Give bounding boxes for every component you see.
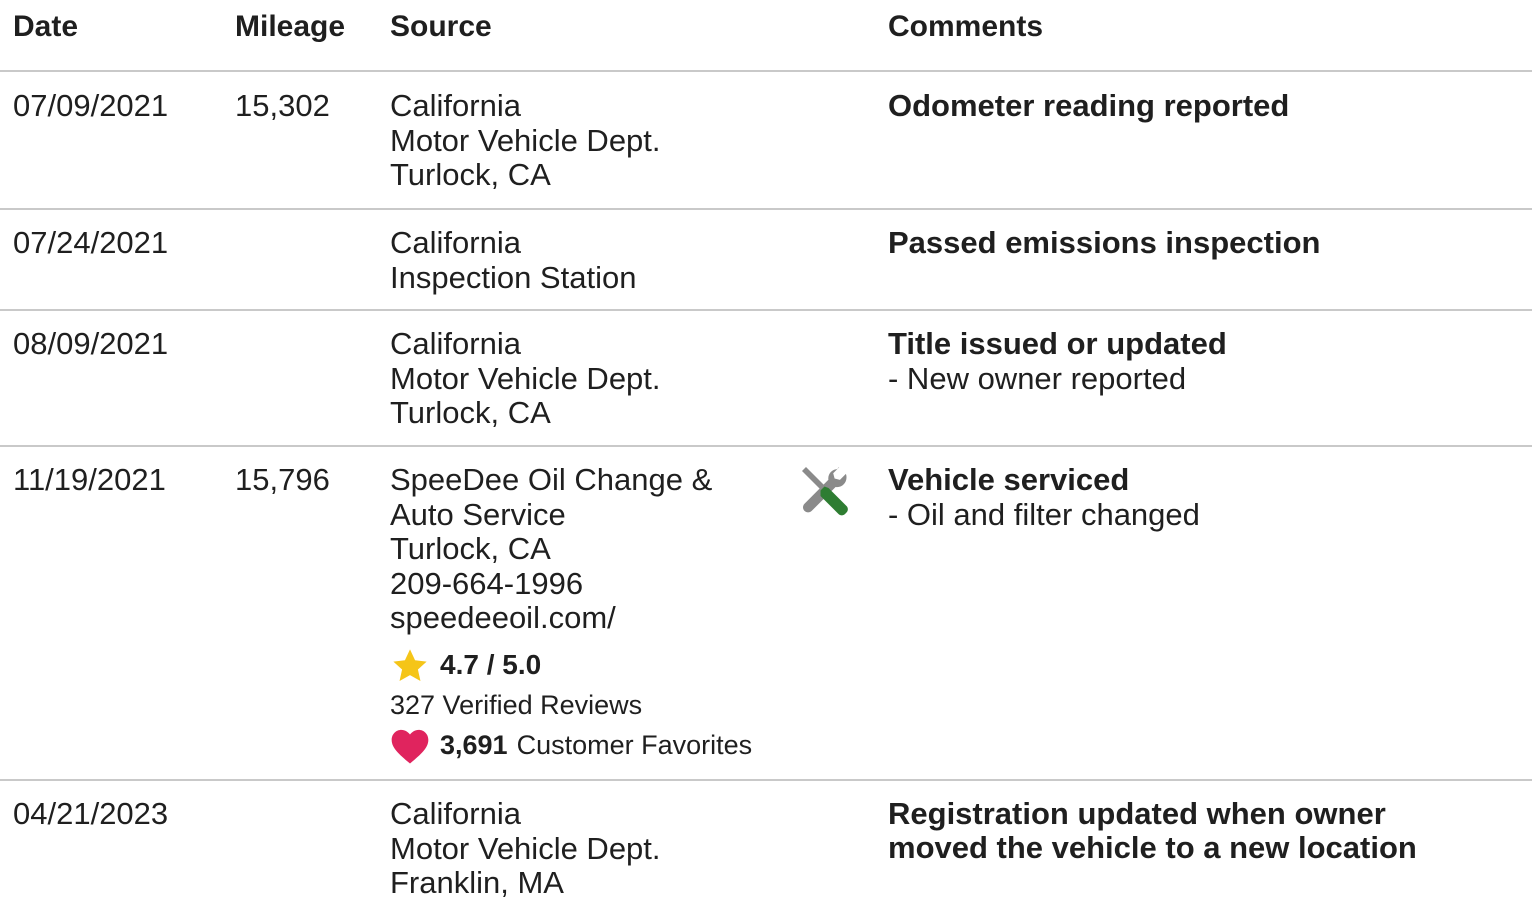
row-source: California Motor Vehicle Dept. Turlock, … (390, 326, 790, 431)
row-source: California Motor Vehicle Dept. Franklin,… (390, 796, 790, 901)
favorites-count: 3,691 (440, 730, 508, 761)
row-date: 08/09/2021 (13, 326, 169, 361)
table-row: 08/09/2021 California Motor Vehicle Dept… (0, 311, 1532, 447)
row-mileage: 15,302 (235, 88, 330, 123)
comment-detail: - Oil and filter changed (888, 496, 1200, 532)
heart-icon (391, 729, 429, 763)
row-comments: Passed emissions inspection (888, 225, 1508, 261)
favorites-label: Customer Favorites (516, 730, 753, 761)
source-line: Motor Vehicle Dept. (390, 122, 661, 158)
row-source: California Inspection Station (390, 225, 790, 295)
row-comments: Odometer reading reported (888, 88, 1508, 124)
comment-title: Passed emissions inspection (888, 225, 1321, 260)
source-line: Turlock, CA (390, 395, 551, 430)
header-comments: Comments (888, 10, 1044, 43)
row-comments: Registration updated when owner moved th… (888, 797, 1488, 865)
table-row: 07/09/2021 15,302 California Motor Vehic… (0, 72, 1532, 210)
comment-title: Registration updated when owner moved th… (888, 796, 1417, 865)
rating-value: 4.7 / 5.0 (440, 649, 542, 681)
row-comments: Title issued or updated - New owner repo… (888, 326, 1508, 396)
row-source: California Motor Vehicle Dept. Turlock, … (390, 88, 790, 193)
table-row: 04/21/2023 California Motor Vehicle Dept… (0, 781, 1532, 901)
row-date: 11/19/2021 (13, 462, 166, 497)
comment-title: Odometer reading reported (888, 88, 1290, 123)
source-line: Motor Vehicle Dept. (390, 360, 661, 396)
row-date: 07/24/2021 (13, 225, 169, 260)
source-line: Franklin, MA (390, 865, 564, 900)
row-source: SpeeDee Oil Change & Auto Service Turloc… (390, 462, 780, 766)
source-line: California (390, 88, 521, 123)
source-line: Inspection Station (390, 259, 637, 295)
shop-website-link[interactable]: speedeeoil.com/ (390, 600, 780, 636)
comment-title: Vehicle serviced (888, 462, 1130, 497)
source-line: California (390, 225, 521, 260)
comment-title: Title issued or updated (888, 326, 1227, 361)
comment-detail: - New owner reported (888, 360, 1187, 396)
row-comments: Vehicle serviced - Oil and filter change… (888, 462, 1508, 532)
row-date: 07/09/2021 (13, 88, 169, 123)
row-date: 04/21/2023 (13, 796, 169, 831)
table-header: Date Mileage Source Comments (0, 0, 1532, 72)
header-mileage: Mileage (235, 10, 346, 43)
vehicle-history-table: Date Mileage Source Comments 07/09/2021 … (0, 0, 1532, 901)
header-date: Date (13, 10, 79, 43)
shop-name-link[interactable]: SpeeDee Oil Change & Auto Service (390, 462, 780, 532)
shop-phone: 209-664-1996 (390, 565, 584, 601)
row-mileage: 15,796 (235, 462, 330, 497)
source-line: Turlock, CA (390, 157, 551, 192)
service-tools-icon (802, 467, 848, 516)
header-source: Source (390, 10, 492, 43)
customer-favorites: 3,691 Customer Favorites (390, 726, 780, 766)
table-row: 11/19/2021 15,796 SpeeDee Oil Change & A… (0, 447, 1532, 781)
source-line: Motor Vehicle Dept. (390, 830, 661, 866)
star-icon (393, 648, 427, 681)
shop-rating: 4.7 / 5.0 (390, 646, 780, 686)
table-row: 07/24/2021 California Inspection Station… (0, 210, 1532, 311)
source-line: Turlock, CA (390, 531, 551, 566)
verified-reviews-link[interactable]: 327 Verified Reviews (390, 688, 780, 722)
source-line: California (390, 796, 521, 831)
source-line: California (390, 326, 521, 361)
